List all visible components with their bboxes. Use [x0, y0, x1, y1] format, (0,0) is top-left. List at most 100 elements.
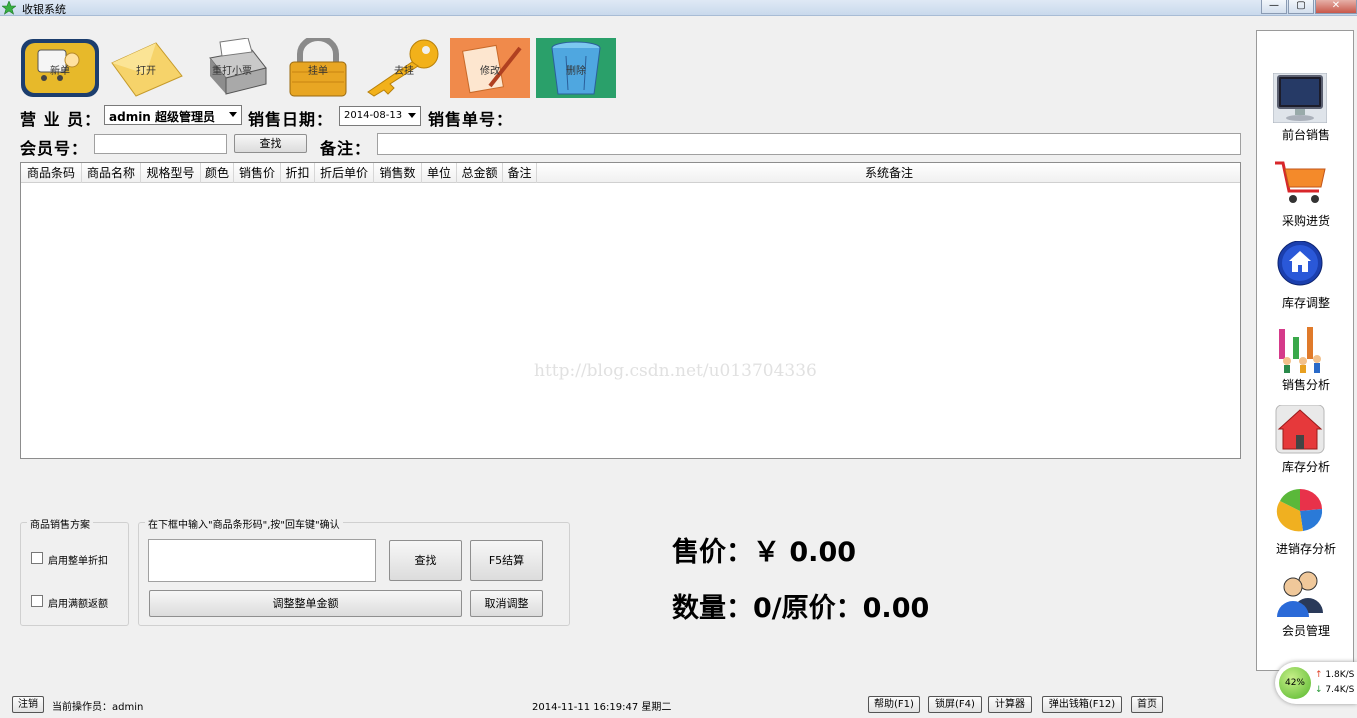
current-operator: 当前操作员：admin — [52, 702, 144, 713]
people-chart-icon — [1279, 327, 1321, 373]
member-input[interactable] — [94, 134, 227, 154]
arrow-down-icon: ↓ — [1315, 685, 1323, 695]
open-label: 打开 — [136, 66, 156, 77]
upload-speed: ↑ 1.8K/S — [1315, 670, 1354, 680]
adjust-total-button[interactable]: 调整整单金额 — [149, 590, 462, 617]
member-find-button[interactable]: 查找 — [234, 134, 307, 153]
column-header[interactable]: 颜色 — [201, 163, 234, 183]
column-header[interactable]: 总金额 — [457, 163, 503, 183]
clerk-select[interactable]: admin 超级管理员 — [104, 105, 242, 125]
column-header[interactable]: 折后单价 — [315, 163, 374, 183]
modify-button[interactable]: 修改 — [450, 38, 530, 98]
remark-input[interactable] — [377, 133, 1241, 155]
column-header[interactable]: 销售价 — [234, 163, 281, 183]
calculator-button[interactable]: 计算器 — [988, 696, 1032, 713]
watermark: http://blog.csdn.net/u013704336 — [534, 361, 817, 381]
logout-button[interactable]: 注销 — [12, 696, 44, 713]
app-star-icon — [2, 1, 16, 15]
clerk-select-value: admin 超级管理员 — [109, 110, 216, 124]
close-button[interactable]: ✕ — [1315, 0, 1357, 14]
hang-order-button[interactable]: 挂单 — [278, 38, 358, 98]
current-datetime: 2014-11-11 16:19:47 星期二 — [532, 702, 672, 713]
column-header[interactable]: 销售数 — [374, 163, 422, 183]
chevron-down-icon — [229, 112, 237, 117]
monitor-icon — [1273, 73, 1327, 123]
new-order-button[interactable]: 新单 — [20, 38, 100, 98]
sale-date-label: 销售日期： — [248, 110, 334, 129]
download-speed-value: 7.4K/S — [1325, 685, 1355, 695]
whole-discount-checkbox[interactable] — [31, 552, 43, 564]
nav-purchase-label: 采购进货 — [1281, 214, 1330, 228]
minimize-button[interactable]: — — [1261, 0, 1287, 14]
maximize-button[interactable]: ▢ — [1288, 0, 1314, 14]
clerk-label: 营 业 员： — [20, 110, 102, 129]
sale-date-picker[interactable]: 2014-08-13 — [339, 106, 421, 126]
home-icon — [1277, 241, 1323, 286]
module-nav-panel: 前台销售 采购进货 库存调整 销售分析 库存分析 进销存分析 会员管理 — [1256, 30, 1354, 671]
nav-stock-adjust-label: 库存调整 — [1281, 296, 1330, 310]
title-bar: 收银系统 — ▢ ✕ — [0, 0, 1357, 16]
column-header[interactable]: 单位 — [422, 163, 457, 183]
barcode-entry-group: 在下框中输入"商品条形码",按"回车键"确认 查找 F5结算 调整整单金额 取消… — [138, 516, 570, 626]
open-button[interactable]: 打开 — [106, 38, 186, 98]
nav-member-management[interactable]: 会员管理 — [1257, 569, 1355, 645]
nav-front-sales-label: 前台销售 — [1281, 128, 1330, 142]
table-header: 商品条码 商品名称 规格型号 颜色 销售价 折扣 折后单价 销售数 单位 总金额… — [21, 163, 1240, 183]
rebate-label: 启用满额返额 — [48, 599, 108, 610]
modify-label: 修改 — [480, 66, 500, 77]
users-icon — [1277, 571, 1323, 617]
unhang-order-label: 去挂 — [394, 66, 414, 77]
column-header[interactable]: 系统备注 — [537, 163, 1241, 183]
column-header[interactable]: 商品名称 — [82, 163, 141, 183]
delete-label: 删除 — [566, 66, 586, 77]
nav-member-management-label: 会员管理 — [1281, 624, 1330, 638]
nav-sales-analysis[interactable]: 销售分析 — [1257, 323, 1355, 399]
nav-stock-analysis[interactable]: 库存分析 — [1257, 405, 1355, 481]
barcode-entry-caption: 在下框中输入"商品条形码",按"回车键"确认 — [145, 516, 343, 531]
new-order-label: 新单 — [50, 66, 70, 77]
network-usage-badge: 42% — [1279, 667, 1311, 699]
column-header[interactable]: 备注 — [503, 163, 537, 183]
cancel-adjust-button[interactable]: 取消调整 — [470, 590, 543, 617]
unhang-order-button[interactable]: 去挂 — [364, 38, 444, 98]
quantity-display: 数量：0/原价：0.00 — [672, 593, 930, 624]
house-icon — [1275, 405, 1325, 454]
open-drawer-button[interactable]: 弹出钱箱(F12) — [1042, 696, 1122, 713]
order-number-label: 销售单号： — [428, 110, 514, 129]
network-monitor[interactable]: 42% ↑ 1.8K/S ↓ 7.4K/S — [1275, 662, 1357, 704]
nav-front-sales[interactable]: 前台销售 — [1257, 73, 1355, 149]
barcode-find-button[interactable]: 查找 — [389, 540, 462, 581]
settle-button[interactable]: F5结算 — [470, 540, 543, 581]
sales-table[interactable]: 商品条码 商品名称 规格型号 颜色 销售价 折扣 折后单价 销售数 单位 总金额… — [20, 162, 1241, 459]
column-header[interactable]: 规格型号 — [141, 163, 201, 183]
upload-speed-value: 1.8K/S — [1325, 670, 1355, 680]
chevron-down-icon — [408, 113, 416, 118]
reprint-label: 重打小票 — [212, 66, 252, 77]
reprint-button[interactable]: 重打小票 — [192, 38, 272, 98]
nav-inventory-analysis-label: 进销存分析 — [1275, 542, 1336, 556]
delete-button[interactable]: 删除 — [536, 38, 616, 98]
barcode-input[interactable] — [148, 539, 376, 582]
pie-chart-icon — [1276, 489, 1323, 532]
column-header[interactable]: 折扣 — [281, 163, 315, 183]
lock-screen-button[interactable]: 锁屏(F4) — [928, 696, 982, 713]
sale-date-value: 2014-08-13 — [344, 110, 403, 121]
column-header[interactable]: 商品条码 — [21, 163, 82, 183]
help-button[interactable]: 帮助(F1) — [868, 696, 920, 713]
window-title: 收银系统 — [22, 3, 66, 16]
sales-plan-caption: 商品销售方案 — [27, 516, 93, 531]
nav-sales-analysis-label: 销售分析 — [1281, 378, 1330, 392]
arrow-up-icon: ↑ — [1315, 670, 1323, 680]
remark-label: 备注： — [320, 139, 372, 158]
nav-inventory-analysis[interactable]: 进销存分析 — [1257, 487, 1355, 563]
sale-price-display: 售价：￥ 0.00 — [672, 537, 857, 568]
hang-order-label: 挂单 — [308, 66, 328, 77]
home-page-button[interactable]: 首页 — [1131, 696, 1163, 713]
rebate-checkbox[interactable] — [31, 595, 43, 607]
nav-stock-adjust[interactable]: 库存调整 — [1257, 241, 1355, 317]
whole-discount-label: 启用整单折扣 — [48, 556, 108, 567]
nav-purchase[interactable]: 采购进货 — [1257, 159, 1355, 235]
sales-plan-group: 商品销售方案 启用整单折扣 启用满额返额 — [20, 516, 129, 626]
member-label: 会员号： — [20, 139, 89, 158]
nav-stock-analysis-label: 库存分析 — [1281, 460, 1330, 474]
